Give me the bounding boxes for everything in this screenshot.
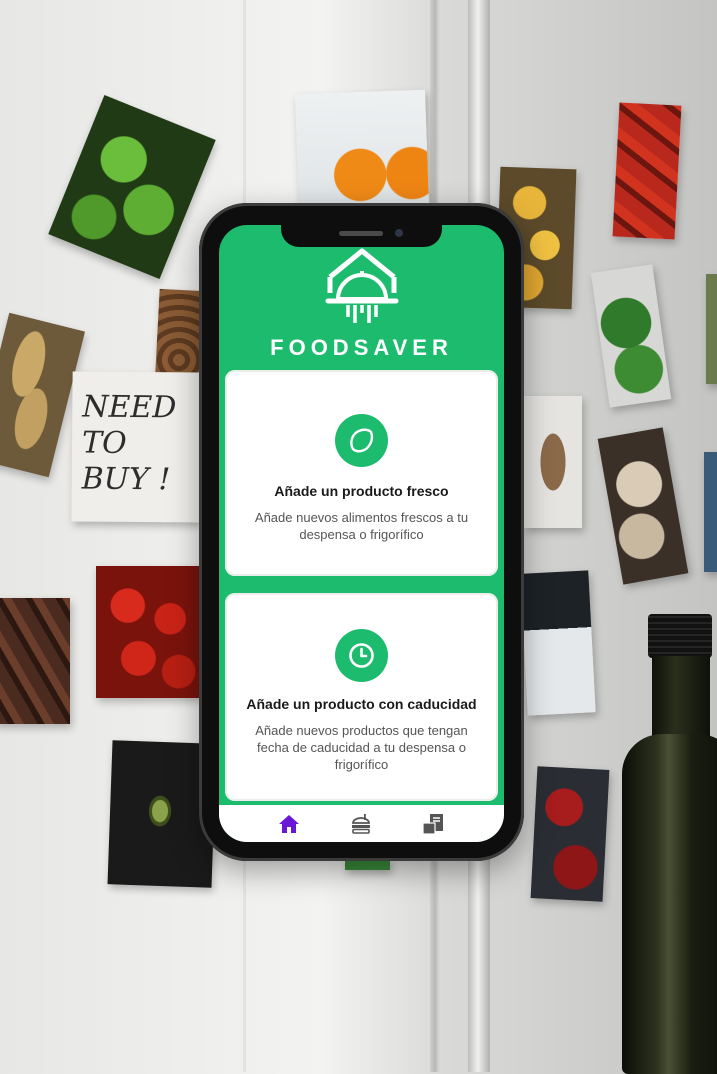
bottle-body bbox=[622, 734, 717, 1074]
home-icon bbox=[279, 815, 299, 833]
card-description: Añade nuevos alimentos frescos a tu desp… bbox=[254, 510, 469, 542]
nav-pantry-button[interactable] bbox=[422, 813, 444, 835]
herb-photo-magnet bbox=[590, 264, 672, 408]
house-cloche-icon bbox=[325, 248, 398, 323]
speaker-grille bbox=[339, 231, 383, 236]
phone-notch bbox=[281, 223, 442, 247]
nav-home-button[interactable] bbox=[278, 813, 300, 835]
mushroom-photo-magnet bbox=[597, 427, 689, 585]
shopping-note: NEED TO BUY ! bbox=[71, 371, 201, 523]
card-icon-circle bbox=[335, 629, 388, 682]
note-line-2: TO bbox=[81, 425, 127, 461]
card-title: Añade un producto fresco bbox=[274, 483, 449, 499]
card-title: Añade un producto con caducidad bbox=[246, 696, 477, 712]
app-screen: FOODSAVER Añade un producto fresco Añade… bbox=[219, 225, 504, 842]
pepper-photo-magnet bbox=[612, 102, 682, 240]
brand-name: FOODSAVER bbox=[270, 335, 453, 360]
apple-photo-magnet bbox=[530, 766, 610, 902]
front-camera bbox=[395, 229, 403, 237]
tomato-photo-magnet bbox=[96, 566, 202, 698]
bottom-navigation bbox=[219, 805, 504, 842]
note-line-3: BUY ! bbox=[81, 461, 171, 498]
orange-photo-magnet bbox=[295, 89, 429, 210]
card-description: Añade nuevos productos que tengan fecha … bbox=[255, 723, 468, 772]
add-fresh-product-card[interactable]: Añade un producto fresco Añade nuevos al… bbox=[225, 370, 498, 576]
photo-magnet bbox=[706, 274, 717, 384]
bread-photo-magnet bbox=[524, 396, 582, 528]
fish-photo-magnet bbox=[520, 570, 596, 716]
bottle-neck bbox=[652, 656, 710, 746]
phone-mockup: FOODSAVER Añade un producto fresco Añade… bbox=[199, 203, 524, 861]
clock-icon bbox=[349, 643, 374, 668]
note-line-1: NEED bbox=[82, 389, 177, 426]
photo-magnet bbox=[704, 452, 717, 572]
food-icon bbox=[352, 814, 370, 834]
chocolate-photo-magnet bbox=[0, 598, 70, 724]
app-logo bbox=[219, 243, 504, 331]
lemon-icon bbox=[350, 428, 374, 453]
add-expiring-product-card[interactable]: Añade un producto con caducidad Añade nu… bbox=[225, 593, 498, 801]
lettuce-photo-magnet bbox=[48, 94, 216, 280]
bottle-cap bbox=[648, 614, 712, 658]
oil-bottle bbox=[620, 614, 717, 1074]
nav-food-button[interactable] bbox=[350, 813, 372, 835]
card-icon-circle bbox=[335, 414, 388, 467]
pantry-list-icon bbox=[422, 814, 443, 835]
